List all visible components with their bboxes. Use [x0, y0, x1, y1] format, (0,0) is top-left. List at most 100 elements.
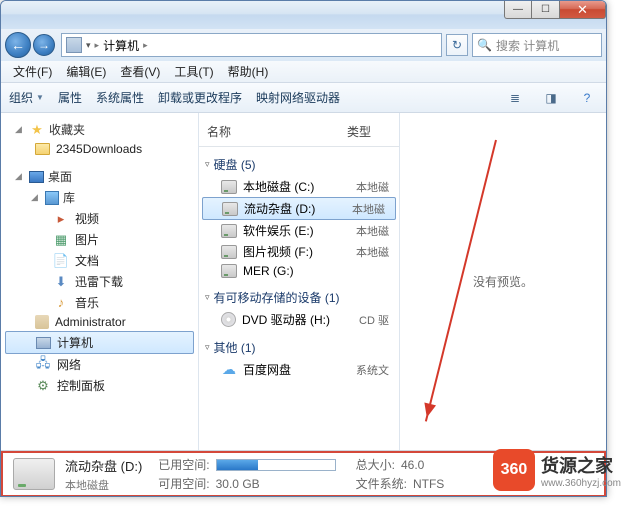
nav-item-videos[interactable]: ▸视频 [1, 208, 198, 229]
chevron-down-icon: ▼ [36, 93, 44, 102]
cloud-icon: ☁ [221, 362, 237, 378]
drive-d[interactable]: 流动杂盘 (D:)本地磁 [202, 197, 396, 220]
favorites-header[interactable]: ◢★收藏夹 [1, 119, 198, 140]
total-value: 46.0 [401, 458, 424, 472]
drive-icon [221, 180, 237, 194]
organize-button[interactable]: 组织▼ [9, 89, 44, 106]
drive-e[interactable]: 软件娱乐 (E:)本地磁 [199, 220, 399, 241]
search-icon: 🔍 [477, 38, 492, 52]
music-icon: ♪ [53, 295, 69, 311]
free-label: 可用空间: [158, 475, 209, 492]
forward-button[interactable]: → [33, 34, 55, 56]
drive-c[interactable]: 本地磁盘 (C:)本地磁 [199, 176, 399, 197]
library-icon [45, 191, 59, 205]
used-label: 已用空间: [158, 456, 209, 473]
preview-pane-button[interactable]: ◨ [540, 87, 562, 109]
help-button[interactable]: ? [576, 87, 598, 109]
refresh-button[interactable]: ↻ [446, 34, 468, 56]
drive-g[interactable]: MER (G:) [199, 262, 399, 280]
column-type[interactable]: 类型 [339, 121, 379, 142]
group-other[interactable]: ▿其他 (1) [199, 336, 399, 359]
network-icon: 🖧 [35, 357, 51, 373]
total-label: 总大小: [356, 456, 395, 473]
menu-tools[interactable]: 工具(T) [168, 61, 219, 82]
drive-icon [221, 245, 237, 259]
breadcrumb-separator[interactable]: ▸ [143, 40, 148, 51]
maximize-button[interactable]: ☐ [532, 1, 560, 19]
fs-label: 文件系统: [356, 475, 407, 492]
preview-pane: 没有预览。 [399, 113, 606, 450]
collapse-icon: ◢ [31, 192, 41, 203]
breadcrumb-location[interactable]: 计算机 [103, 37, 139, 54]
nav-buttons: ← → [5, 32, 57, 58]
nav-item-music[interactable]: ♪音乐 [1, 292, 198, 313]
collapse-icon: ▿ [205, 159, 210, 170]
file-list[interactable]: 名称 类型 ▿硬盘 (5) 本地磁盘 (C:)本地磁 流动杂盘 (D:)本地磁 … [199, 113, 399, 450]
item-baidu[interactable]: ☁百度网盘系统文 [199, 359, 399, 380]
details-subtitle: 本地磁盘 [65, 477, 142, 493]
preview-empty-text: 没有预览。 [473, 273, 533, 290]
map-drive-button[interactable]: 映射网络驱动器 [256, 89, 340, 106]
desktop-header[interactable]: ◢桌面 [1, 166, 198, 187]
control-panel-icon: ⚙ [35, 378, 51, 394]
group-hdd[interactable]: ▿硬盘 (5) [199, 153, 399, 176]
video-icon: ▸ [53, 211, 69, 227]
menu-edit[interactable]: 编辑(E) [60, 61, 112, 82]
drive-icon [222, 202, 238, 216]
nav-item-network[interactable]: 🖧网络 [1, 354, 198, 375]
properties-button[interactable]: 属性 [58, 89, 82, 106]
breadcrumb[interactable]: ▾ ▸ 计算机 ▸ [61, 33, 442, 57]
drive-icon [221, 264, 237, 278]
details-title: 流动杂盘 (D:) [65, 456, 142, 475]
star-icon: ★ [29, 122, 45, 138]
back-button[interactable]: ← [5, 32, 31, 58]
nav-item-control-panel[interactable]: ⚙控制面板 [1, 375, 198, 396]
collapse-icon: ◢ [15, 171, 25, 182]
nav-item-documents[interactable]: 📄文档 [1, 250, 198, 271]
uninstall-button[interactable]: 卸载或更改程序 [158, 89, 242, 106]
nav-item-xunlei[interactable]: ⬇迅雷下载 [1, 271, 198, 292]
window-buttons: — ☐ ✕ [504, 1, 606, 19]
group-removable[interactable]: ▿有可移动存储的设备 (1) [199, 286, 399, 309]
usage-bar [216, 459, 336, 471]
system-properties-button[interactable]: 系统属性 [96, 89, 144, 106]
view-options-button[interactable]: ≣ [504, 87, 526, 109]
computer-icon [36, 337, 51, 349]
collapse-icon: ▿ [205, 292, 210, 303]
main-pane: 名称 类型 ▿硬盘 (5) 本地磁盘 (C:)本地磁 流动杂盘 (D:)本地磁 … [199, 113, 606, 450]
navigation-pane[interactable]: ◢★收藏夹 2345Downloads ◢桌面 ◢库 ▸视频 ▦图片 📄文档 ⬇… [1, 113, 199, 450]
menu-help[interactable]: 帮助(H) [222, 61, 275, 82]
nav-item-computer[interactable]: 计算机 [5, 331, 194, 354]
download-icon: ⬇ [53, 274, 69, 290]
search-input[interactable]: 🔍 搜索 计算机 [472, 33, 602, 57]
folder-icon [35, 143, 50, 155]
nav-item-downloads[interactable]: 2345Downloads [1, 140, 198, 158]
nav-item-pictures[interactable]: ▦图片 [1, 229, 198, 250]
title-bar[interactable]: — ☐ ✕ [1, 1, 606, 29]
desktop-icon [29, 171, 44, 183]
fs-value: NTFS [413, 477, 444, 491]
breadcrumb-separator[interactable]: ▸ [95, 40, 100, 51]
minimize-button[interactable]: — [504, 1, 532, 19]
free-value: 30.0 GB [216, 477, 260, 491]
menu-view[interactable]: 查看(V) [114, 61, 166, 82]
drive-f[interactable]: 图片视频 (F:)本地磁 [199, 241, 399, 262]
document-icon: 📄 [53, 253, 69, 269]
drive-icon [221, 224, 237, 238]
details-pane: 流动杂盘 (D:) 本地磁盘 已用空间: 可用空间: 30.0 GB 总大小: 46… [1, 451, 606, 497]
drive-icon [13, 458, 55, 490]
drive-dvd[interactable]: DVD 驱动器 (H:)CD 驱 [199, 309, 399, 330]
computer-icon [66, 37, 82, 53]
chevron-down-icon[interactable]: ▾ [86, 40, 91, 51]
library-header[interactable]: ◢库 [1, 187, 198, 208]
nav-item-administrator[interactable]: Administrator [1, 313, 198, 331]
explorer-body: ◢★收藏夹 2345Downloads ◢桌面 ◢库 ▸视频 ▦图片 📄文档 ⬇… [1, 113, 606, 451]
search-placeholder: 搜索 计算机 [496, 37, 559, 54]
column-name[interactable]: 名称 [199, 121, 339, 142]
user-icon [35, 315, 49, 329]
menu-file[interactable]: 文件(F) [7, 61, 58, 82]
close-button[interactable]: ✕ [560, 1, 606, 19]
collapse-icon: ▿ [205, 342, 210, 353]
explorer-window: — ☐ ✕ ← → ▾ ▸ 计算机 ▸ ↻ 🔍 搜索 计算机 文件(F) 编辑(… [0, 0, 607, 497]
picture-icon: ▦ [53, 232, 69, 248]
